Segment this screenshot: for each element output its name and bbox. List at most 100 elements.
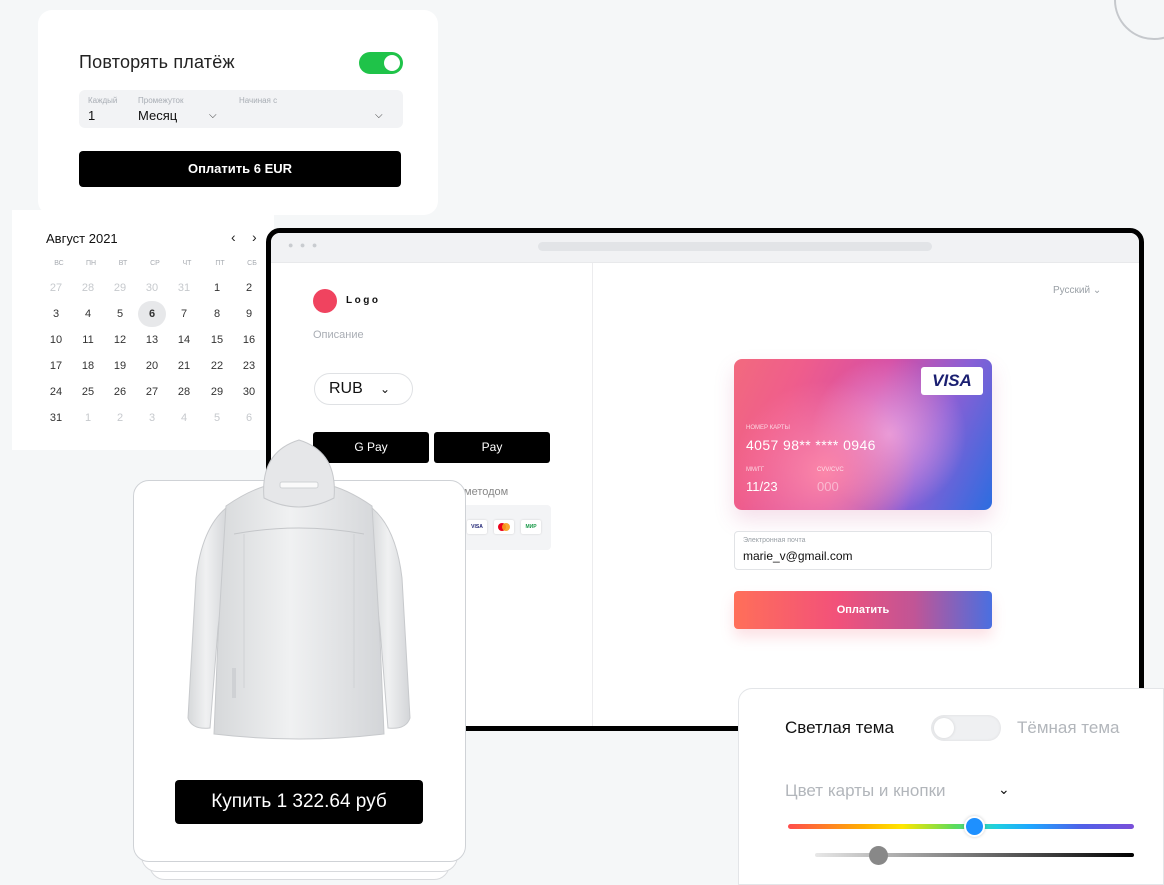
light-theme-label: Светлая тема (785, 718, 894, 737)
chevron-down-icon: ⌄ (380, 382, 391, 396)
interval-label: Промежуток (138, 96, 184, 105)
calendar-day[interactable]: 1 (203, 275, 231, 301)
calendar-day[interactable]: 15 (203, 327, 231, 353)
currency-select[interactable]: RUB ⌄ (314, 373, 413, 405)
calendar-day[interactable]: 3 (42, 301, 70, 327)
calendar-day[interactable]: 29 (106, 275, 134, 301)
chevron-right-icon[interactable]: › (252, 229, 257, 245)
payment-logos: VISA МИР (459, 505, 551, 550)
calendar-day[interactable]: 14 (170, 327, 198, 353)
buy-button[interactable]: Купить 1 322.64 руб (175, 780, 423, 824)
visa-logo-icon: VISA (921, 367, 983, 395)
calendar-day[interactable]: 23 (235, 353, 263, 379)
email-value: marie_v@gmail.com (743, 549, 853, 563)
calendar-day[interactable]: 31 (170, 275, 198, 301)
weekday-label: пн (85, 260, 97, 267)
weekday-label: пт (215, 260, 225, 267)
calendar-day[interactable]: 9 (235, 301, 263, 327)
dark-theme-label: Тёмная тема (1017, 718, 1120, 737)
window-dots-icon: ● ● ● (288, 240, 320, 250)
hue-slider[interactable] (788, 824, 1134, 829)
calendar-day[interactable]: 26 (106, 379, 134, 405)
recurring-title: Повторять платёж (79, 52, 235, 72)
calendar-day[interactable]: 3 (138, 405, 166, 431)
email-field[interactable]: Электронная почта marie_v@gmail.com (734, 531, 992, 570)
method-text: методом (464, 486, 509, 498)
calendar-day[interactable]: 21 (170, 353, 198, 379)
calendar-day[interactable]: 30 (235, 379, 263, 405)
interval-chevron-down-icon[interactable]: ⌵ (209, 110, 217, 121)
weekday-label: вт (118, 260, 128, 267)
every-label: Каждый (88, 96, 118, 105)
calendar-day[interactable]: 22 (203, 353, 231, 379)
toggle-knob (934, 718, 954, 738)
theme-settings-panel: Светлая тема Тёмная тема Цвет карты и кн… (738, 688, 1164, 885)
pay-eur-button[interactable]: Оплатить 6 EUR (79, 151, 401, 187)
pay-button[interactable]: Оплатить (734, 591, 992, 629)
calendar-day[interactable]: 28 (170, 379, 198, 405)
card-cvv-label: CVV/CVC (817, 467, 844, 473)
language-select[interactable]: Русский ⌄ (1053, 285, 1101, 296)
visa-logo-icon: VISA (467, 520, 487, 534)
calendar-day[interactable]: 13 (138, 327, 166, 353)
browser-toolbar: ● ● ● (271, 233, 1139, 263)
calendar-day[interactable]: 4 (170, 405, 198, 431)
recurring-toggle[interactable] (359, 52, 403, 74)
card-number-field[interactable]: 4057 98** **** 0946 (746, 437, 876, 453)
calendar-day[interactable]: 1 (74, 405, 102, 431)
address-bar[interactable] (538, 242, 932, 251)
calendar-day[interactable]: 17 (42, 353, 70, 379)
calendar-day[interactable]: 31 (42, 405, 70, 431)
card-expiry-field[interactable]: 11/23 (746, 479, 778, 494)
calendar-day[interactable]: 25 (74, 379, 102, 405)
calendar-day[interactable]: 30 (138, 275, 166, 301)
payment-card-preview: VISA НОМЕР КАРТЫ 4057 98** **** 0946 ММ/… (734, 359, 992, 510)
calendar-day[interactable]: 18 (74, 353, 102, 379)
description: Описание (313, 329, 364, 341)
calendar-day[interactable]: 28 (74, 275, 102, 301)
toggle-knob (384, 55, 400, 71)
weekday-label: ср (150, 260, 160, 267)
chevron-left-icon[interactable]: ‹ (231, 229, 236, 245)
interval-select[interactable]: Месяц (138, 108, 177, 123)
calendar-day[interactable]: 12 (106, 327, 134, 353)
calendar-day[interactable]: 5 (203, 405, 231, 431)
calendar-day[interactable]: 7 (170, 301, 198, 327)
calendar-day[interactable]: 6 (138, 301, 166, 327)
currency-value: RUB (329, 380, 363, 397)
card-expiry-label: ММ/ГГ (746, 467, 765, 473)
card-cvv-field[interactable]: 000 (817, 479, 839, 494)
every-input[interactable]: 1 (88, 108, 95, 123)
calendar-day[interactable]: 5 (106, 301, 134, 327)
theme-toggle[interactable] (931, 715, 1001, 741)
calendar-day[interactable]: 2 (106, 405, 134, 431)
hue-slider-handle[interactable] (963, 816, 985, 837)
color-select-label[interactable]: Цвет карты и кнопки (785, 781, 946, 801)
calendar-day[interactable]: 2 (235, 275, 263, 301)
email-label: Электронная почта (743, 537, 806, 544)
apple-pay-button[interactable]: Pay (434, 432, 550, 463)
mastercard-logo-icon (494, 520, 514, 534)
mir-logo-icon: МИР (521, 520, 541, 534)
decorative-arc (1114, 0, 1164, 40)
logo-icon (313, 289, 337, 313)
calendar-day[interactable]: 24 (42, 379, 70, 405)
calendar-day[interactable]: 20 (138, 353, 166, 379)
calendar-day[interactable]: 10 (42, 327, 70, 353)
shade-slider[interactable] (815, 853, 1134, 857)
calendar-day[interactable]: 8 (203, 301, 231, 327)
calendar-day[interactable]: 16 (235, 327, 263, 353)
weekday-label: сб (247, 260, 257, 267)
shade-slider-handle[interactable] (868, 846, 888, 865)
calendar-day[interactable]: 6 (235, 405, 263, 431)
start-label: Начиная с (239, 96, 278, 105)
calendar-day[interactable]: 29 (203, 379, 231, 405)
calendar-day[interactable]: 27 (42, 275, 70, 301)
weekday-label: вс (54, 260, 64, 267)
start-chevron-down-icon[interactable]: ⌵ (375, 110, 383, 121)
chevron-down-icon[interactable]: ⌄ (998, 781, 1010, 798)
calendar-day[interactable]: 19 (106, 353, 134, 379)
calendar-day[interactable]: 4 (74, 301, 102, 327)
calendar-day[interactable]: 11 (74, 327, 102, 353)
calendar-day[interactable]: 27 (138, 379, 166, 405)
